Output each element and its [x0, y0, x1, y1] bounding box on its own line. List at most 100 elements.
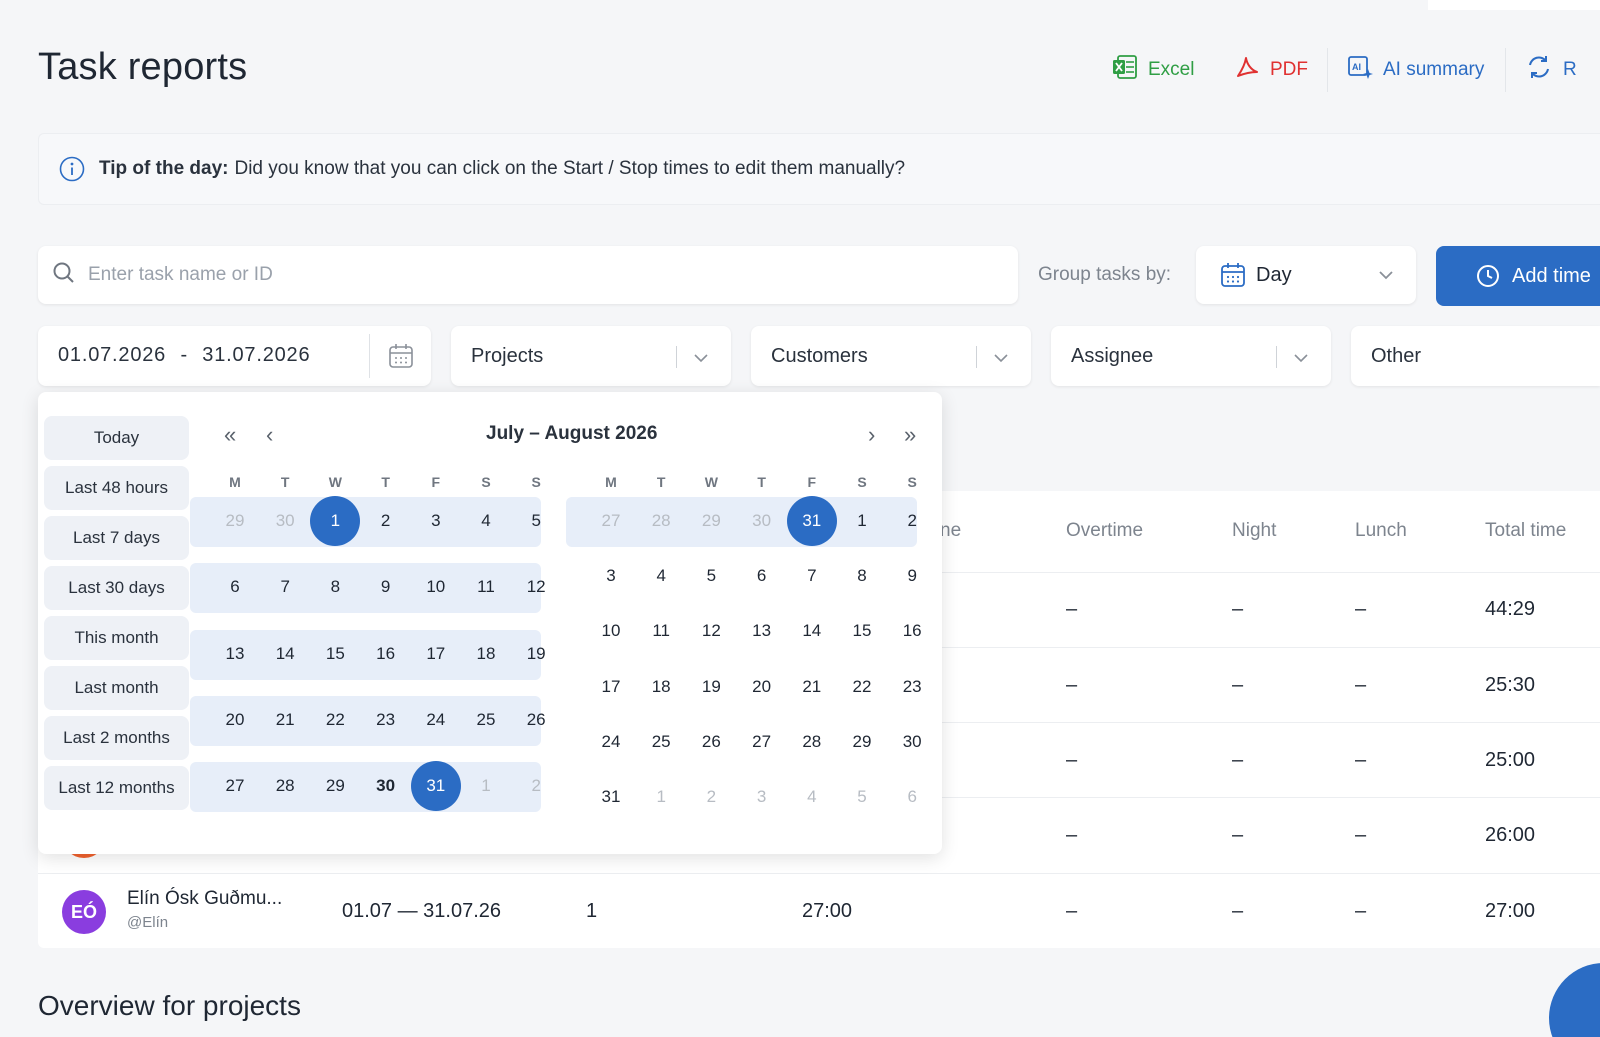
refresh-button[interactable]: R: [1525, 54, 1577, 86]
column-header-lunch[interactable]: Lunch: [1355, 520, 1407, 542]
next-month-button[interactable]: ›: [868, 422, 875, 448]
july-day[interactable]: 26: [516, 700, 556, 740]
august-day[interactable]: 9: [892, 556, 932, 596]
july-day[interactable]: 10: [416, 567, 456, 607]
row-5-user-name[interactable]: Elín Ósk Guðmu...: [127, 888, 282, 910]
july-day[interactable]: 27: [215, 766, 255, 806]
july-day[interactable]: 11: [466, 567, 506, 607]
august-day[interactable]: 20: [742, 667, 782, 707]
july-day[interactable]: 24: [416, 700, 456, 740]
preset-last-30-days[interactable]: Last 30 days: [44, 566, 189, 610]
preset-last-7-days[interactable]: Last 7 days: [44, 516, 189, 560]
august-day[interactable]: 18: [641, 667, 681, 707]
july-day[interactable]: 12: [516, 567, 556, 607]
august-day[interactable]: 15: [842, 611, 882, 651]
july-day[interactable]: 3: [416, 501, 456, 541]
july-day[interactable]: 4: [466, 501, 506, 541]
august-day[interactable]: 24: [591, 722, 631, 762]
excel-export-button[interactable]: Excel: [1112, 54, 1194, 86]
august-day[interactable]: 19: [691, 667, 731, 707]
projects-filter[interactable]: Projects: [451, 326, 731, 386]
next-year-button[interactable]: »: [904, 422, 916, 448]
column-header-night[interactable]: Night: [1232, 520, 1276, 542]
august-day[interactable]: 28: [792, 722, 832, 762]
august-day[interactable]: 5: [691, 556, 731, 596]
other-filter[interactable]: Other: [1351, 326, 1600, 386]
column-header-overtime[interactable]: Overtime: [1066, 520, 1143, 542]
august-day[interactable]: 6: [892, 777, 932, 817]
august-day[interactable]: 5: [842, 777, 882, 817]
august-day[interactable]: 23: [892, 667, 932, 707]
search-input[interactable]: [88, 264, 968, 286]
july-day[interactable]: 18: [466, 634, 506, 674]
august-day[interactable]: 3: [591, 556, 631, 596]
assignee-filter[interactable]: Assignee: [1051, 326, 1331, 386]
july-day[interactable]: 2: [366, 501, 406, 541]
prev-year-button[interactable]: «: [224, 422, 236, 448]
august-day[interactable]: 8: [842, 556, 882, 596]
july-day[interactable]: 29: [315, 766, 355, 806]
july-day[interactable]: 30: [265, 501, 305, 541]
column-header-total-time[interactable]: Total time: [1485, 520, 1566, 542]
july-day[interactable]: 22: [315, 700, 355, 740]
august-day[interactable]: 3: [742, 777, 782, 817]
customers-filter[interactable]: Customers: [751, 326, 1031, 386]
preset-today[interactable]: Today: [44, 416, 189, 460]
august-day[interactable]: 1: [641, 777, 681, 817]
august-day[interactable]: 6: [742, 556, 782, 596]
august-day[interactable]: 17: [591, 667, 631, 707]
august-day[interactable]: 14: [792, 611, 832, 651]
preset-this-month[interactable]: This month: [44, 616, 189, 660]
pdf-export-button[interactable]: PDF: [1234, 54, 1308, 86]
august-day[interactable]: 21: [792, 667, 832, 707]
preset-last-2-months[interactable]: Last 2 months: [44, 716, 189, 760]
july-day[interactable]: 9: [366, 567, 406, 607]
july-day[interactable]: 13: [215, 634, 255, 674]
august-day[interactable]: 7: [792, 556, 832, 596]
prev-month-button[interactable]: ‹: [266, 422, 273, 448]
august-day[interactable]: 27: [591, 501, 631, 541]
calendar-icon[interactable]: [388, 343, 414, 374]
july-day[interactable]: 16: [366, 634, 406, 674]
july-day[interactable]: 14: [265, 634, 305, 674]
july-day[interactable]: 2: [516, 766, 556, 806]
august-day[interactable]: 26: [691, 722, 731, 762]
august-day[interactable]: 22: [842, 667, 882, 707]
august-day[interactable]: 27: [742, 722, 782, 762]
july-day[interactable]: 30: [366, 766, 406, 806]
date-range-field[interactable]: 01.07.2026 - 31.07.2026: [38, 326, 431, 386]
august-day[interactable]: 2: [691, 777, 731, 817]
july-day[interactable]: 20: [215, 700, 255, 740]
august-day[interactable]: 13: [742, 611, 782, 651]
floating-action-button[interactable]: [1549, 963, 1600, 1037]
july-day[interactable]: 23: [366, 700, 406, 740]
august-day[interactable]: 30: [742, 501, 782, 541]
july-day[interactable]: 8: [315, 567, 355, 607]
july-day[interactable]: 5: [516, 501, 556, 541]
august-day[interactable]: 4: [641, 556, 681, 596]
july-day[interactable]: 21: [265, 700, 305, 740]
july-day[interactable]: 25: [466, 700, 506, 740]
group-tasks-select[interactable]: Day: [1196, 246, 1416, 304]
july-day[interactable]: 19: [516, 634, 556, 674]
august-day[interactable]: 11: [641, 611, 681, 651]
july-day[interactable]: 28: [265, 766, 305, 806]
august-day[interactable]: 12: [691, 611, 731, 651]
august-day[interactable]: 29: [691, 501, 731, 541]
july-day[interactable]: 7: [265, 567, 305, 607]
august-day[interactable]: 28: [641, 501, 681, 541]
add-time-button[interactable]: Add time: [1436, 246, 1600, 306]
august-day[interactable]: 25: [641, 722, 681, 762]
preset-last-month[interactable]: Last month: [44, 666, 189, 710]
search-box[interactable]: [38, 246, 1018, 304]
august-day[interactable]: 29: [842, 722, 882, 762]
august-day[interactable]: 1: [842, 501, 882, 541]
preset-last-12-months[interactable]: Last 12 months: [44, 766, 189, 810]
july-day[interactable]: 15: [315, 634, 355, 674]
august-day[interactable]: 10: [591, 611, 631, 651]
august-day[interactable]: 30: [892, 722, 932, 762]
august-day[interactable]: 4: [792, 777, 832, 817]
august-day[interactable]: 2: [892, 501, 932, 541]
july-day[interactable]: 29: [215, 501, 255, 541]
preset-last-48-hours[interactable]: Last 48 hours: [44, 466, 189, 510]
